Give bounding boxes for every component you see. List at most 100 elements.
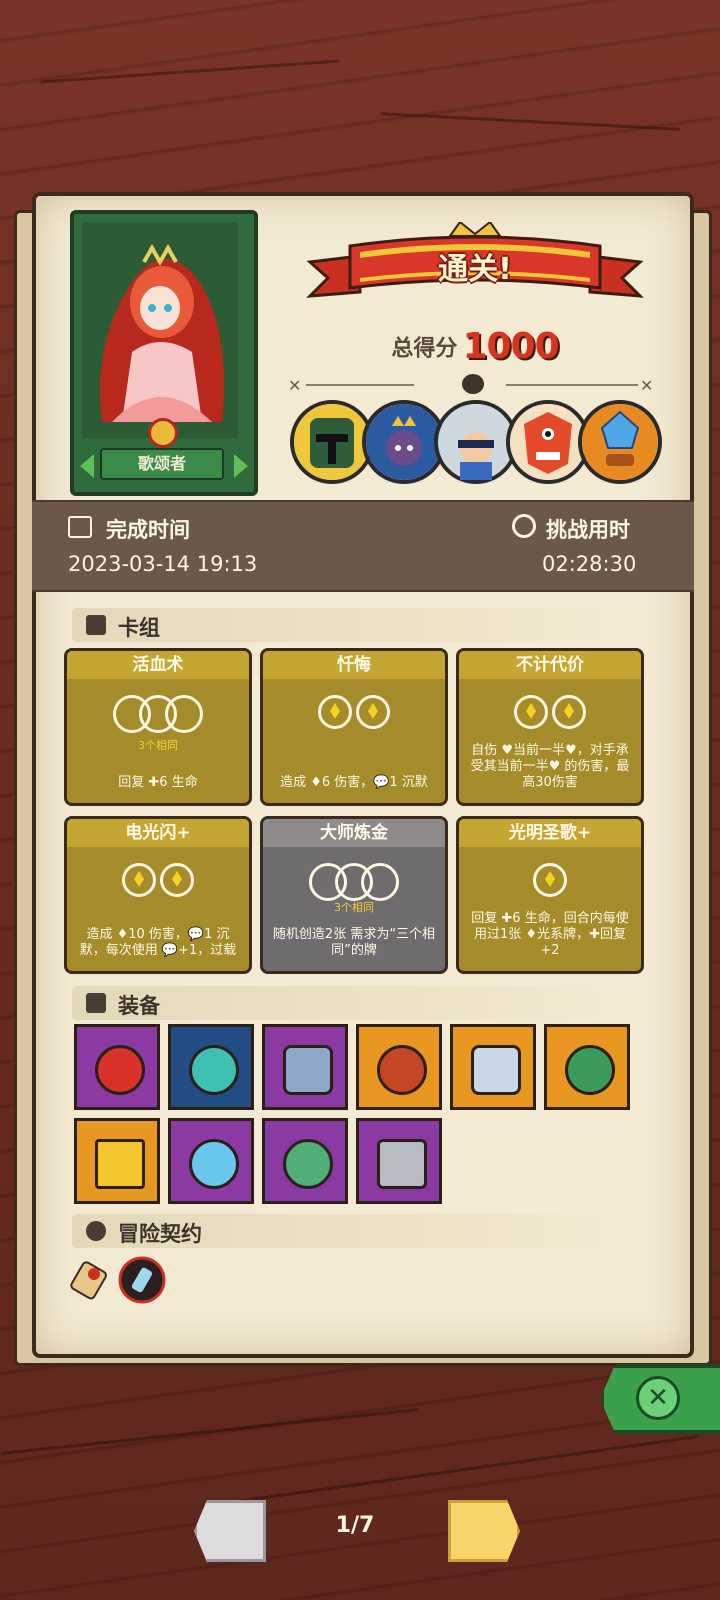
hero-art bbox=[82, 222, 238, 438]
next-hero-arrow-icon[interactable] bbox=[234, 454, 248, 478]
skull-horns-icon bbox=[462, 374, 484, 394]
card-title: 大师炼金 bbox=[263, 819, 445, 847]
person-icon bbox=[86, 1221, 106, 1241]
card-title: 忏悔 bbox=[263, 651, 445, 679]
film-icon bbox=[68, 516, 92, 538]
card-title: 活血术 bbox=[67, 651, 249, 679]
deck-card[interactable]: 光明圣歌+ 回复 ✚6 生命，回合内每使用过1张 ♦光系牌，✚回复+2 bbox=[456, 816, 644, 974]
box-icon bbox=[86, 993, 106, 1013]
crowned-spider-boss-icon bbox=[366, 404, 442, 480]
crystal-golem-boss-icon bbox=[582, 404, 658, 480]
deck-card[interactable]: 忏悔 造成 ♦6 伤害，💬1 沉默 bbox=[260, 648, 448, 806]
card-description: 随机创造2张 需求为“三个相同”的牌 bbox=[272, 927, 436, 958]
potion-vial-icon bbox=[118, 1256, 166, 1304]
contract-item[interactable] bbox=[68, 1256, 112, 1304]
page-indicator: 1/7 bbox=[335, 1513, 375, 1538]
diamond-slot-icon bbox=[122, 863, 156, 897]
scroll-icon bbox=[70, 1261, 107, 1300]
deck-card[interactable]: 电光闪+ 造成 ♦10 伤害，💬1 沉默，每次使用 💬+1，过载 bbox=[64, 816, 252, 974]
equipment-section-header: 装备 bbox=[72, 986, 632, 1020]
equipment-slot[interactable] bbox=[450, 1024, 536, 1110]
masked-child-boss-icon bbox=[438, 404, 514, 480]
deck-card[interactable]: 大师炼金 3个相同 随机创造2张 需求为“三个相同”的牌 bbox=[260, 816, 448, 974]
equipment-slot[interactable] bbox=[74, 1118, 160, 1204]
victory-banner: 通关! bbox=[300, 220, 650, 312]
prev-page-button[interactable] bbox=[194, 1500, 266, 1562]
run-info-band: 完成时间 2023-03-14 19:13 挑战用时 02:28:30 bbox=[32, 500, 694, 592]
deck-card[interactable]: 活血术 3个相同 回复 ✚6 生命 bbox=[64, 648, 252, 806]
turtle-shell-icon bbox=[565, 1045, 615, 1095]
card-requirement bbox=[263, 695, 445, 735]
cube-icon bbox=[377, 1139, 427, 1189]
divider-right bbox=[506, 384, 638, 386]
card-requirement bbox=[459, 695, 641, 735]
card-description: 回复 ✚6 生命，回合内每使用过1张 ♦光系牌，✚回复+2 bbox=[471, 911, 629, 958]
card-description: 造成 ♦10 伤害，💬1 沉默，每次使用 💬+1，过载 bbox=[79, 927, 237, 958]
card-requirement bbox=[67, 863, 249, 903]
equipment-slot[interactable] bbox=[168, 1024, 254, 1110]
empty-slot-icon bbox=[361, 863, 399, 901]
duration-value: 02:28:30 bbox=[542, 552, 637, 576]
empty-slot-icon bbox=[165, 695, 203, 733]
equipment-slot[interactable] bbox=[168, 1118, 254, 1204]
card-description: 自伤 ♥当前一半♥，对手承受其当前一半♥ 的伤害，最高30伤害 bbox=[470, 743, 630, 790]
diamond-slot-icon bbox=[318, 695, 352, 729]
banner-title: 通关! bbox=[438, 252, 512, 287]
equipment-slot[interactable] bbox=[356, 1118, 442, 1204]
card-description: 造成 ♦6 伤害，💬1 沉默 bbox=[280, 775, 428, 790]
emerald-ring-icon bbox=[189, 1045, 239, 1095]
contract-item[interactable] bbox=[118, 1256, 166, 1304]
diamond-slot-icon bbox=[514, 695, 548, 729]
hero-name: 歌颂者 bbox=[100, 448, 224, 480]
cornucopia-icon bbox=[471, 1045, 521, 1095]
finish-time-value: 2023-03-14 19:13 bbox=[68, 552, 258, 576]
gold-crown-icon bbox=[95, 1139, 145, 1189]
card-title: 电光闪+ bbox=[67, 819, 249, 847]
diamond-slot-icon bbox=[552, 695, 586, 729]
equipment-slot[interactable] bbox=[262, 1118, 348, 1204]
deck-section-header: 卡组 bbox=[72, 608, 632, 642]
stopwatch-icon bbox=[512, 514, 536, 538]
defeated-bosses bbox=[290, 400, 662, 490]
duration-label: 挑战用时 bbox=[546, 518, 630, 542]
crossed-swords-icon: ✕ bbox=[288, 376, 302, 395]
close-button[interactable]: ✕ bbox=[600, 1364, 720, 1434]
hero-portrait[interactable]: 歌颂者 bbox=[70, 210, 258, 496]
close-icon: ✕ bbox=[636, 1376, 680, 1420]
green-knight-boss-icon bbox=[294, 404, 370, 480]
boss-portrait[interactable] bbox=[578, 400, 662, 484]
prev-hero-arrow-icon[interactable] bbox=[80, 454, 94, 478]
deck-title: 卡组 bbox=[118, 616, 160, 640]
score-row: 总得分 1000 bbox=[300, 326, 650, 367]
equipment-slot[interactable] bbox=[262, 1024, 348, 1110]
same-requirement: 3个相同 bbox=[138, 739, 178, 752]
card-description: 回复 ✚6 生命 bbox=[118, 775, 198, 790]
wood-grain bbox=[202, 1435, 698, 1508]
equipment-title: 装备 bbox=[118, 994, 160, 1018]
diamond-slot-icon bbox=[533, 863, 567, 897]
ruby-ring-icon bbox=[95, 1045, 145, 1095]
tribal-mask-boss-icon bbox=[510, 404, 586, 480]
same-requirement: 3个相同 bbox=[334, 901, 374, 914]
card-title: 光明圣歌+ bbox=[459, 819, 641, 847]
score-label: 总得分 bbox=[391, 336, 458, 362]
equipment-slot[interactable] bbox=[74, 1024, 160, 1110]
diamond-slot-icon bbox=[356, 695, 390, 729]
card-requirement bbox=[67, 695, 249, 735]
equipment-slot[interactable] bbox=[356, 1024, 442, 1110]
lava-stone-icon bbox=[377, 1045, 427, 1095]
cards-icon bbox=[86, 615, 106, 635]
card-requirement bbox=[263, 863, 445, 903]
equipment-slot[interactable] bbox=[544, 1024, 630, 1110]
deck-card[interactable]: 不计代价 自伤 ♥当前一半♥，对手承受其当前一半♥ 的伤害，最高30伤害 bbox=[456, 648, 644, 806]
divider-left bbox=[306, 384, 414, 386]
diamond-ring-icon bbox=[189, 1139, 239, 1189]
finish-time-label: 完成时间 bbox=[106, 518, 190, 542]
hero-badge-icon bbox=[148, 418, 178, 448]
next-page-button[interactable] bbox=[448, 1500, 520, 1562]
wood-grain bbox=[380, 112, 680, 131]
crossed-swords-icon: ✕ bbox=[640, 376, 654, 395]
wood-grain bbox=[0, 1408, 420, 1455]
wood-grain bbox=[40, 59, 340, 84]
card-requirement bbox=[459, 863, 641, 903]
